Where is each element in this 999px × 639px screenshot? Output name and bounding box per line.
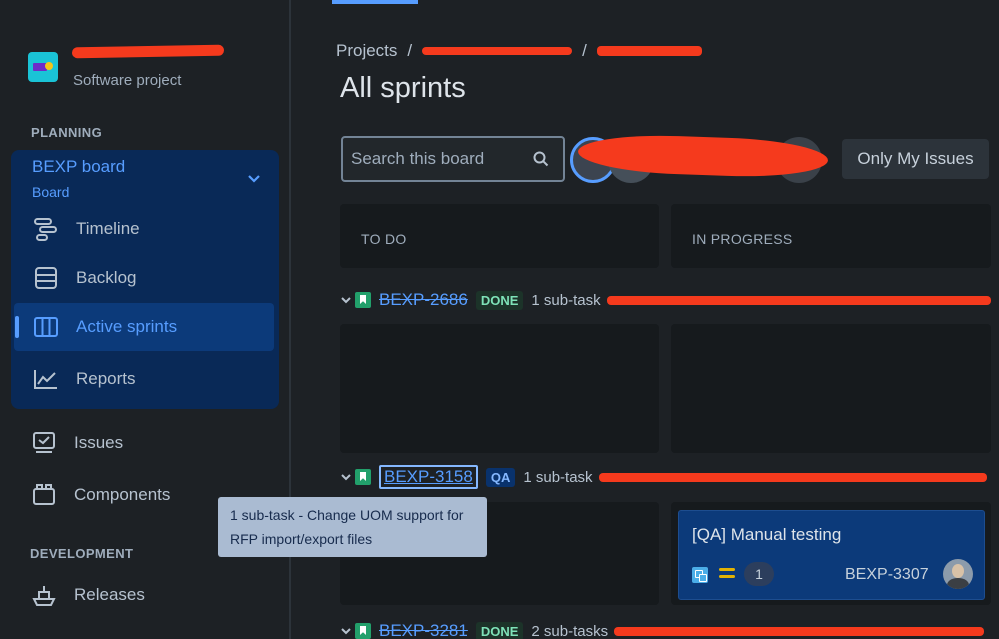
sidebar-item-active-sprints[interactable]: Active sprints	[33, 312, 177, 342]
sidebar-item-label: Backlog	[76, 268, 137, 287]
subtask-count: 2 sub-tasks	[531, 622, 609, 639]
sidebar-item-reports[interactable]: Reports	[33, 364, 136, 394]
summary-redaction	[606, 295, 991, 305]
development-heading: DEVELOPMENT	[30, 546, 134, 561]
sidebar-item-backlog[interactable]: Backlog	[33, 263, 136, 293]
status-badge: QA	[485, 467, 516, 487]
breadcrumb-redaction	[422, 47, 573, 55]
sidebar-item-issues[interactable]: Issues	[31, 428, 123, 458]
sidebar-item-label: Timeline	[76, 219, 140, 238]
assignee-avatar[interactable]	[943, 559, 973, 589]
subtask-icon	[692, 567, 708, 583]
backlog-icon	[35, 267, 57, 289]
active-sprints-icon	[34, 317, 58, 337]
board-search	[341, 136, 565, 182]
swimlane-header[interactable]: BEXP-3281 DONE 2 sub-tasks	[340, 618, 985, 639]
components-icon	[33, 484, 55, 505]
swimlane-header[interactable]: BEXP-2686 DONE 1 sub-task	[340, 287, 991, 313]
card-title: [QA] Manual testing	[692, 525, 842, 544]
breadcrumb-projects[interactable]: Projects	[336, 41, 397, 61]
issue-key-link[interactable]: BEXP-2686	[379, 290, 468, 310]
issues-icon	[33, 432, 55, 453]
board-title[interactable]: BEXP board	[32, 157, 125, 177]
sidebar-item-label: Active sprints	[76, 317, 178, 336]
column-header-in-progress: IN PROGRESS	[671, 204, 991, 268]
sidebar-item-label: Issues	[74, 433, 124, 452]
planning-heading: PLANNING	[31, 125, 103, 140]
reports-icon	[34, 370, 57, 389]
summary-redaction	[598, 472, 987, 482]
story-icon	[355, 623, 371, 639]
tooltip: 1 sub-task - Change UOM support for RFP …	[218, 497, 487, 557]
active-nav-indicator	[15, 316, 19, 338]
assignee-filter-avatars[interactable]	[570, 132, 832, 185]
chevron-down-icon[interactable]	[340, 294, 352, 306]
breadcrumb-separator: /	[407, 41, 413, 60]
project-type: Software project	[73, 72, 182, 89]
chevron-down-icon[interactable]	[340, 471, 352, 483]
timeline-icon	[34, 218, 57, 241]
status-badge: DONE	[475, 290, 524, 310]
issue-card[interactable]: [QA] Manual testing 1 BEXP-3307	[678, 510, 985, 600]
sidebar-item-components[interactable]: Components	[31, 480, 170, 510]
sidebar-item-label: Components	[74, 485, 171, 504]
chevron-down-icon[interactable]	[247, 172, 261, 186]
summary-redaction	[614, 626, 985, 636]
subtask-count: 1 sub-task	[523, 468, 593, 486]
sidebar-item-timeline[interactable]: Timeline	[33, 214, 140, 244]
status-badge: DONE	[475, 621, 524, 639]
story-icon	[355, 292, 371, 308]
breadcrumb: Projects / /	[336, 41, 702, 61]
card-issue-key: BEXP-3307	[845, 566, 929, 583]
chevron-down-icon[interactable]	[340, 625, 352, 637]
column-header-todo: TO DO	[340, 204, 659, 268]
board-cell	[671, 324, 991, 453]
project-name-redaction	[71, 44, 225, 59]
board-cell	[340, 324, 659, 453]
sidebar-item-releases[interactable]: Releases	[31, 580, 145, 610]
only-my-issues-button[interactable]: Only My Issues	[842, 139, 989, 179]
breadcrumb-separator: /	[582, 41, 587, 60]
sidebar-item-label: Reports	[76, 369, 136, 388]
top-nav-active-indicator	[332, 0, 418, 4]
board-subtitle: Board	[32, 184, 70, 200]
swimlane-header[interactable]: BEXP-3158 QA 1 sub-task	[340, 464, 987, 490]
story-icon	[355, 469, 371, 485]
sidebar-item-label: Releases	[74, 585, 145, 604]
project-avatar-icon[interactable]	[28, 52, 58, 82]
issue-key-link[interactable]: BEXP-3281	[379, 621, 468, 639]
releases-icon	[32, 586, 56, 606]
story-points-badge: 1	[744, 562, 774, 586]
search-icon[interactable]	[532, 150, 550, 168]
search-input[interactable]	[351, 149, 526, 169]
page-title: All sprints	[340, 72, 466, 104]
issue-key-link[interactable]: BEXP-3158	[379, 465, 478, 489]
subtask-count: 1 sub-task	[531, 291, 601, 309]
breadcrumb-redaction	[596, 46, 702, 56]
priority-medium-icon	[719, 568, 735, 582]
